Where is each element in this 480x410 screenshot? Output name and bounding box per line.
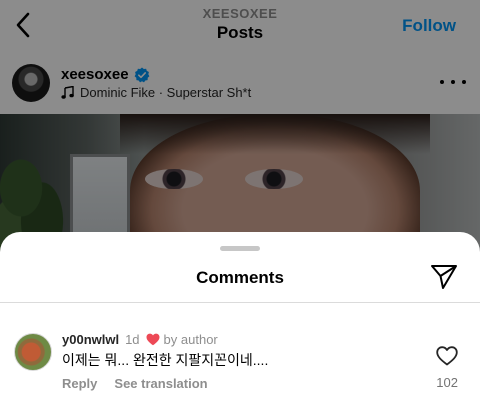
- paper-plane-icon[interactable]: [430, 264, 458, 290]
- heart-icon[interactable]: [436, 346, 458, 366]
- comment-time: 1d: [125, 332, 140, 347]
- heart-filled-icon: [146, 333, 160, 346]
- see-translation-button[interactable]: See translation: [114, 376, 207, 391]
- comments-sheet: Comments y00nwlwl 1d by author 이제는 뭐... …: [0, 232, 480, 410]
- by-author-label: by author: [163, 332, 218, 347]
- sheet-grabber[interactable]: [220, 246, 260, 251]
- comment-actions: Reply See translation: [62, 376, 208, 391]
- liked-by-author-badge: by author: [146, 332, 218, 347]
- commenter-avatar[interactable]: [14, 333, 52, 371]
- comment-text: 이제는 뭐... 완전한 지팔지꼰이네....: [62, 352, 269, 368]
- comment-item: y00nwlwl 1d by author 이제는 뭐... 완전한 지팔지꼰이…: [0, 330, 480, 410]
- reply-button[interactable]: Reply: [62, 376, 97, 391]
- sheet-divider: [0, 302, 480, 303]
- commenter-username[interactable]: y00nwlwl: [62, 332, 119, 347]
- comment-meta: y00nwlwl 1d by author: [62, 332, 218, 347]
- like-count: 102: [436, 375, 458, 390]
- comments-title: Comments: [196, 268, 284, 287]
